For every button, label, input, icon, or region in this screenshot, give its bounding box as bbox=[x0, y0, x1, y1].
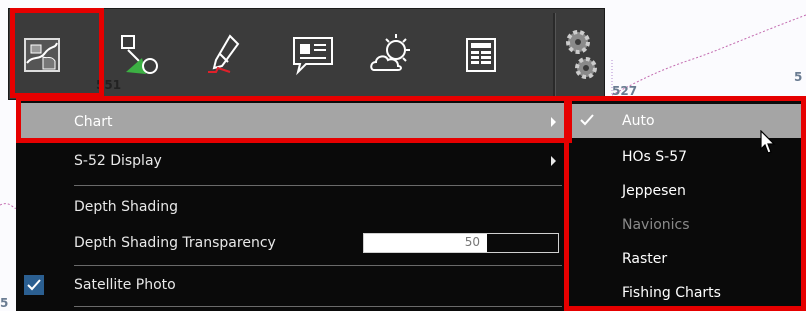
chart-menu: Chart S-52 Display Depth Shading Depth S… bbox=[16, 100, 568, 311]
submenu-item-label: Fishing Charts bbox=[622, 285, 721, 301]
checkbox-checked-icon[interactable] bbox=[24, 275, 44, 295]
submenu-item-label: HOs S-57 bbox=[622, 149, 688, 165]
transparency-slider[interactable]: 50 bbox=[363, 233, 559, 253]
menu-item-label: Satellite Photo bbox=[74, 277, 176, 293]
submenu-item-fishing-charts[interactable]: Fishing Charts bbox=[568, 276, 806, 310]
slider-value: 50 bbox=[464, 235, 480, 249]
menu-item-satellite-photo[interactable]: Satellite Photo bbox=[16, 266, 568, 304]
route-waypoint-icon bbox=[116, 30, 166, 80]
menu-item-s52-display[interactable]: S-52 Display bbox=[16, 142, 568, 180]
submenu-arrow-icon bbox=[551, 156, 556, 166]
settings-button[interactable] bbox=[557, 17, 603, 93]
depth-label: 527 bbox=[612, 84, 638, 98]
menu-divider bbox=[74, 185, 562, 186]
menu-item-chart[interactable]: Chart bbox=[16, 103, 568, 141]
submenu-item-label: Navionics bbox=[622, 217, 690, 233]
depth-label: 551 bbox=[96, 78, 122, 92]
submenu-item-raster[interactable]: Raster bbox=[568, 242, 806, 276]
menu-item-depth-shading[interactable]: Depth Shading bbox=[16, 188, 568, 226]
depth-label: 5 bbox=[794, 70, 803, 84]
chart-layers-icon bbox=[21, 33, 65, 77]
message-icon bbox=[288, 30, 338, 80]
messages-button[interactable] bbox=[281, 17, 345, 93]
toolbar-separator bbox=[553, 13, 556, 97]
mouse-cursor-icon bbox=[760, 129, 778, 160]
menu-item-label: Depth Shading Transparency bbox=[74, 235, 276, 251]
data-panel-button[interactable] bbox=[449, 17, 513, 93]
submenu-item-label: Raster bbox=[622, 251, 668, 267]
check-icon bbox=[580, 113, 594, 131]
chart-layers-button[interactable] bbox=[11, 17, 75, 93]
weather-icon bbox=[366, 30, 416, 80]
submenu-item-navionics: Navionics bbox=[568, 208, 806, 242]
menu-item-label: Depth Shading bbox=[74, 199, 178, 215]
weather-button[interactable] bbox=[359, 17, 423, 93]
menu-item-label: S-52 Display bbox=[74, 153, 162, 169]
vessel-button[interactable] bbox=[195, 17, 259, 93]
submenu-arrow-icon bbox=[551, 117, 556, 127]
data-panel-icon bbox=[459, 33, 503, 77]
depth-label: 5 bbox=[0, 296, 9, 310]
settings-gears-icon bbox=[560, 20, 600, 90]
submenu-item-label: Jeppesen bbox=[622, 183, 686, 199]
submenu-item-label: Auto bbox=[622, 113, 655, 129]
boat-vessel-icon bbox=[202, 30, 252, 80]
submenu-item-jeppesen[interactable]: Jeppesen bbox=[568, 174, 806, 208]
menu-item-label: Chart bbox=[74, 114, 113, 130]
menu-divider bbox=[74, 306, 562, 307]
